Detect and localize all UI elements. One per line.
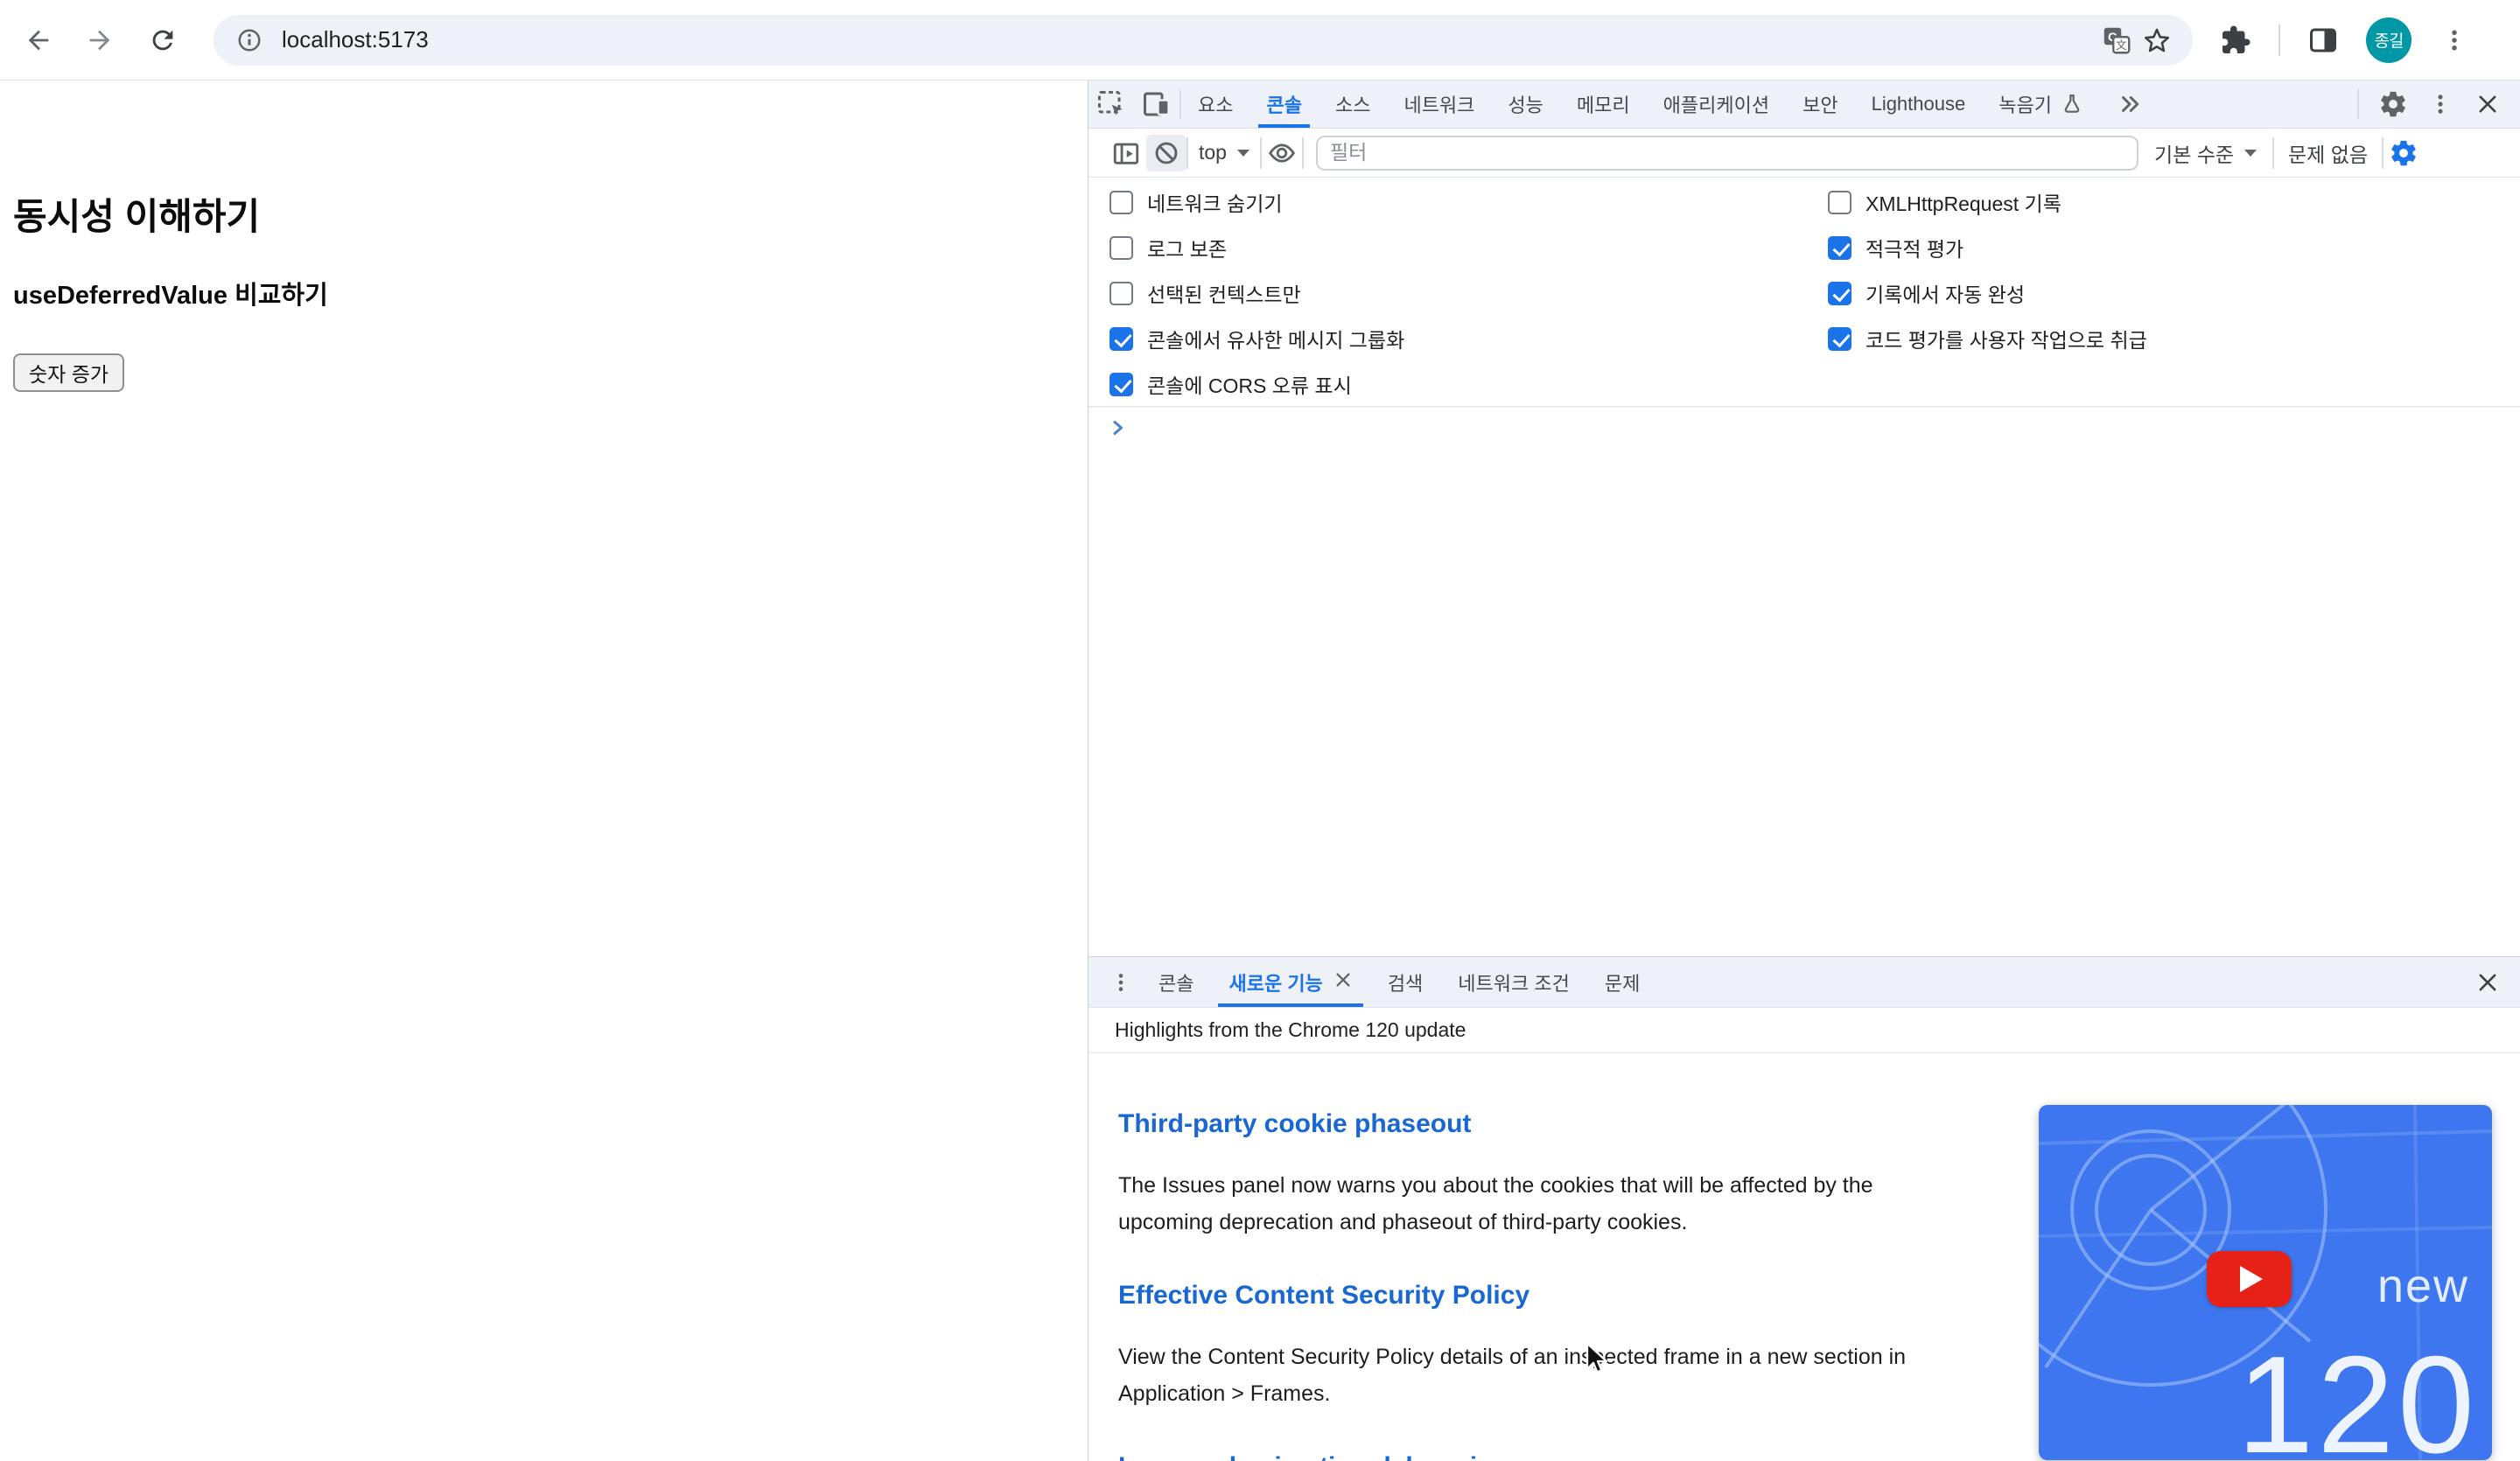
checkbox-checked[interactable] — [1828, 235, 1852, 260]
checkbox-checked[interactable] — [1828, 281, 1852, 305]
thumbnail-version: 120 — [2236, 1328, 2478, 1460]
devtools-close-icon[interactable] — [2468, 86, 2508, 122]
setting-treat-eval-as-user-action[interactable]: 코드 평가를 사용자 작업으로 취급 — [1828, 316, 2147, 361]
console-prompt-chevron-icon[interactable] — [1108, 417, 1129, 443]
console-filter-input[interactable] — [1315, 135, 2138, 171]
tab-console[interactable]: 콘솔 — [1250, 80, 1318, 128]
setting-autocomplete-history[interactable]: 기록에서 자동 완성 — [1828, 270, 2147, 316]
device-toolbar-icon[interactable] — [1134, 86, 1180, 122]
live-expression-eye-icon[interactable] — [1262, 135, 1302, 171]
setting-hide-network[interactable]: 네트워크 숨기기 — [1110, 179, 1404, 225]
site-info-icon[interactable] — [229, 20, 270, 60]
setting-group-similar[interactable]: 콘솔에서 유사한 메시지 그룹화 — [1110, 316, 1404, 361]
devtools-tabbar: 요소 콘솔 소스 네트워크 성능 메모리 애플리케이션 보안 Lighthous… — [1088, 80, 2520, 129]
bookmark-star-icon[interactable] — [2137, 20, 2177, 60]
console-settings-right-column: XMLHttpRequest 기록 적극적 평가 기록에서 자동 완성 코드 평… — [1828, 179, 2147, 361]
tab-elements[interactable]: 요소 — [1181, 80, 1250, 128]
page-subtitle: useDeferredValue 비교하기 — [13, 282, 328, 310]
side-panel-icon[interactable] — [2303, 22, 2343, 59]
browser-toolbar: localhost:5173 G 文 종길 — [0, 0, 2520, 80]
drawer-tab-network-conditions[interactable]: 네트워크 조건 — [1440, 957, 1587, 1007]
console-settings-left-column: 네트워크 숨기기 로그 보존 선택된 컨텍스트만 콘솔에서 유사한 메시지 그룹… — [1110, 179, 1404, 407]
console-toolbar: top 기본 수준 문제 없음 — [1088, 129, 2520, 178]
execution-context-selector[interactable]: top — [1188, 141, 1260, 164]
drawer-tab-console[interactable]: 콘솔 — [1141, 957, 1211, 1007]
toolbar-right-cluster: 종길 — [2216, 17, 2474, 63]
drawer-tab-issues[interactable]: 문제 — [1587, 957, 1657, 1007]
setting-eager-evaluation[interactable]: 적극적 평가 — [1828, 225, 2147, 270]
youtube-play-icon[interactable] — [2207, 1251, 2292, 1307]
setting-show-cors-errors[interactable]: 콘솔에 CORS 오류 표시 — [1110, 361, 1404, 407]
chevron-down-icon — [2244, 149, 2258, 157]
setting-preserve-log[interactable]: 로그 보존 — [1110, 225, 1404, 270]
checkbox[interactable] — [1110, 190, 1133, 214]
increment-number-button[interactable]: 숫자 증가 — [13, 353, 125, 392]
drawer-toolbar: 콘솔 새로운 기능 검색 네트워크 조건 문제 — [1088, 957, 2520, 1008]
checkbox-checked[interactable] — [1828, 326, 1852, 351]
address-bar[interactable]: localhost:5173 G 文 — [214, 14, 2193, 66]
url-text[interactable]: localhost:5173 — [282, 26, 2096, 53]
tab-performance[interactable]: 성능 — [1491, 80, 1559, 128]
reload-button[interactable] — [144, 21, 182, 59]
thumbnail-badge: new — [2376, 1260, 2469, 1312]
checkbox[interactable] — [1828, 190, 1852, 214]
page-viewport: 동시성 이해하기 useDeferredValue 비교하기 숫자 증가 — [0, 80, 1088, 1461]
tab-application[interactable]: 애플리케이션 — [1647, 80, 1786, 128]
log-levels-dropdown[interactable]: 기본 수준 — [2138, 138, 2272, 168]
checkbox-checked[interactable] — [1110, 372, 1133, 396]
tab-network[interactable]: 네트워크 — [1387, 80, 1491, 128]
devtools-menu-icon[interactable] — [2420, 86, 2460, 122]
drawer-tab-search[interactable]: 검색 — [1370, 957, 1440, 1007]
drawer-menu-icon[interactable] — [1101, 964, 1141, 1001]
devtools-settings-icon[interactable] — [2373, 86, 2413, 122]
profile-avatar[interactable]: 종길 — [2366, 17, 2412, 63]
whats-new-section-body: View the Content Security Policy details… — [1118, 1345, 1907, 1406]
close-tab-icon[interactable] — [1334, 970, 1353, 995]
devtools-panel: 요소 콘솔 소스 네트워크 성능 메모리 애플리케이션 보안 Lighthous… — [1088, 80, 2520, 1461]
drawer-close-icon[interactable] — [2468, 964, 2508, 1001]
back-button[interactable] — [19, 21, 58, 59]
tab-security[interactable]: 보안 — [1786, 80, 1854, 128]
whats-new-section-heading[interactable]: Third-party cookie phaseout — [1118, 1109, 1998, 1139]
toolbar-divider — [2278, 24, 2280, 56]
whats-new-video-thumbnail[interactable]: new 120 — [2039, 1105, 2492, 1460]
tab-sources[interactable]: 소스 — [1319, 80, 1387, 128]
tabbar-divider-right — [2357, 89, 2359, 119]
tab-recorder[interactable]: 녹음기 — [1982, 80, 2100, 128]
whats-new-header: Highlights from the Chrome 120 update — [1088, 1008, 2520, 1053]
chevron-down-icon — [1236, 149, 1250, 157]
browser-window: localhost:5173 G 文 종길 동시성 이해하기 useDeferr… — [0, 0, 2520, 1461]
console-prompt-divider — [1088, 406, 2520, 408]
svg-text:文: 文 — [2116, 38, 2127, 52]
whats-new-section-heading[interactable]: Improved animation debugging — [1118, 1452, 1998, 1461]
clear-console-icon[interactable] — [1146, 134, 1186, 171]
console-sidebar-icon[interactable] — [1106, 135, 1146, 171]
checkbox-checked[interactable] — [1110, 326, 1133, 351]
setting-log-xhr[interactable]: XMLHttpRequest 기록 — [1828, 179, 2147, 225]
experiment-flask-icon — [2061, 93, 2083, 115]
tabbar-right-icons — [2357, 86, 2520, 122]
whats-new-section-heading[interactable]: Effective Content Security Policy — [1118, 1281, 1998, 1311]
more-tabs-icon[interactable] — [2100, 80, 2160, 128]
browser-menu-icon[interactable] — [2434, 22, 2474, 59]
devtools-drawer: 콘솔 새로운 기능 검색 네트워크 조건 문제 Highlights from … — [1088, 956, 2520, 1461]
whats-new-content: Third-party cookie phaseout The Issues p… — [1088, 1053, 1998, 1461]
checkbox[interactable] — [1110, 281, 1133, 305]
console-settings-icon[interactable] — [2384, 135, 2424, 171]
issues-counter[interactable]: 문제 없음 — [2274, 138, 2382, 168]
page-title: 동시성 이해하기 — [13, 196, 261, 237]
inspect-element-icon[interactable] — [1088, 86, 1134, 122]
tab-memory[interactable]: 메모리 — [1560, 80, 1647, 128]
console-main: 네트워크 숨기기 로그 보존 선택된 컨텍스트만 콘솔에서 유사한 메시지 그룹… — [1088, 178, 2520, 956]
mouse-cursor — [1578, 1340, 1614, 1383]
translate-icon[interactable]: G 文 — [2096, 20, 2137, 60]
whats-new-section-body: The Issues panel now warns you about the… — [1118, 1173, 1873, 1234]
drawer-tab-whats-new[interactable]: 새로운 기능 — [1211, 957, 1369, 1007]
forward-button[interactable] — [80, 21, 119, 59]
setting-selected-context-only[interactable]: 선택된 컨텍스트만 — [1110, 270, 1404, 316]
extensions-icon[interactable] — [2216, 22, 2256, 59]
checkbox[interactable] — [1110, 235, 1133, 260]
tab-lighthouse[interactable]: Lighthouse — [1855, 80, 1983, 128]
